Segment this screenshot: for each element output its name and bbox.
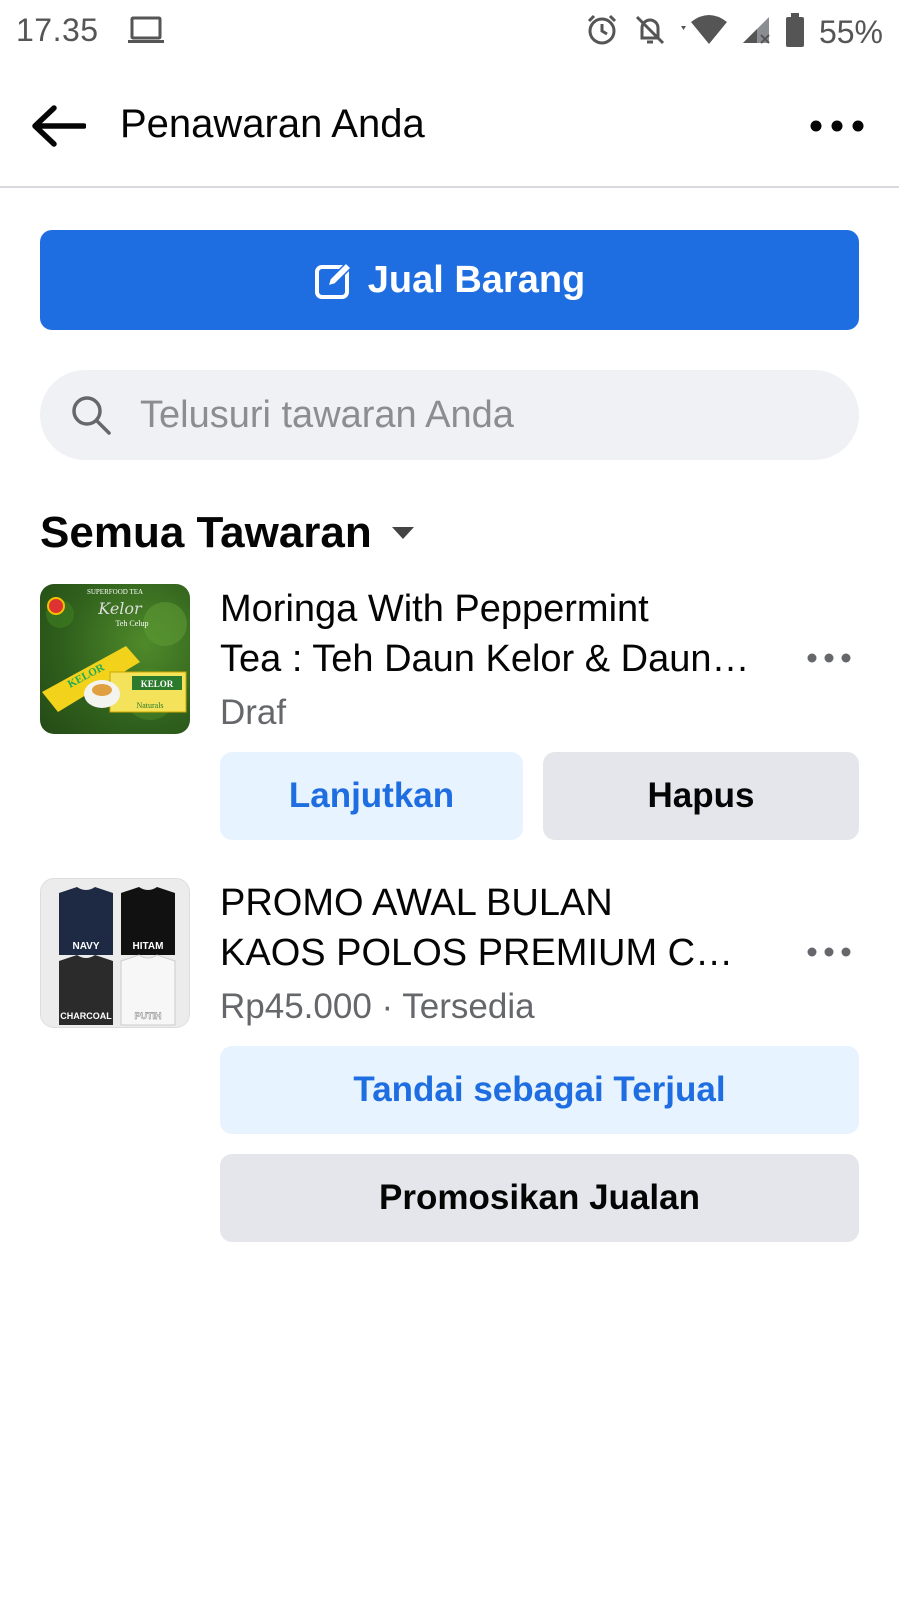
listing-thumbnail[interactable]: SUPERFOOD TEA Kelor Teh Celup KELOR KELO… <box>40 584 190 734</box>
svg-text:KELOR: KELOR <box>141 679 174 689</box>
listing-more-button[interactable] <box>799 638 859 678</box>
thumb-label-white: PUTIH <box>135 1011 162 1021</box>
tea-product-image: SUPERFOOD TEA Kelor Teh Celup KELOR KELO… <box>42 588 187 720</box>
delete-button[interactable]: Hapus <box>543 752 859 840</box>
search-icon <box>72 396 111 435</box>
status-icons: 55% <box>585 12 883 52</box>
listing-title-line2: KAOS POLOS PREMIUM COMBED <box>220 932 760 974</box>
sell-item-button[interactable]: Jual Barang <box>40 230 859 330</box>
notifications-off-icon <box>633 13 667 52</box>
svg-text:Kelor: Kelor <box>97 599 143 618</box>
caret-down-icon <box>391 527 414 539</box>
mark-as-sold-button[interactable]: Tandai sebagai Terjual <box>220 1046 859 1134</box>
back-button[interactable] <box>26 94 90 158</box>
thumb-top-text: SUPERFOOD TEA <box>87 588 143 596</box>
more-options-button[interactable] <box>805 104 869 148</box>
section-filter-dropdown[interactable]: Semua Tawaran <box>40 508 416 558</box>
page-title: Penawaran Anda <box>120 102 425 146</box>
edit-icon <box>314 261 352 299</box>
search-input[interactable] <box>140 384 830 446</box>
listing-item: SUPERFOOD TEA Kelor Teh Celup KELOR KELO… <box>40 584 859 844</box>
battery-icon <box>785 12 805 52</box>
thumb-label-black: HITAM <box>133 941 164 952</box>
tshirt-product-image: NAVY HITAM CHARCOAL PUTIH <box>41 879 189 1027</box>
thumb-label-navy: NAVY <box>72 941 99 952</box>
sell-item-label: Jual Barang <box>367 258 586 301</box>
svg-text:Naturals: Naturals <box>136 701 163 710</box>
signal-icon <box>741 15 771 50</box>
alarm-icon <box>585 13 619 52</box>
thumb-sub: Teh Celup <box>116 619 149 628</box>
promote-listing-button[interactable]: Promosikan Jualan <box>220 1154 859 1242</box>
thumb-label-charcoal: CHARCOAL <box>60 1011 112 1021</box>
listing-title: Moringa With Peppermint Tea : Teh Daun K… <box>220 584 760 684</box>
status-bar: 17.35 55% <box>0 0 899 64</box>
listing-title-line1: Moringa With Peppermint <box>220 588 649 630</box>
app-bar: Penawaran Anda <box>0 64 899 188</box>
listing-body[interactable]: PROMO AWAL BULAN KAOS POLOS PREMIUM COMB… <box>220 878 859 1032</box>
laptop-icon <box>128 16 166 51</box>
more-horizontal-icon <box>810 120 864 132</box>
listing-status: Draf <box>220 693 287 732</box>
battery-percent: 55% <box>818 13 883 50</box>
arrow-left-icon <box>32 105 86 147</box>
listing-price-status: Rp45.000 · Tersedia <box>220 987 535 1026</box>
wifi-icon <box>680 14 727 51</box>
listing-item: NAVY HITAM CHARCOAL PUTIH PROMO AWAL BUL… <box>40 878 859 1268</box>
status-time: 17.35 <box>16 12 99 48</box>
listing-title-line2: Tea : Teh Daun Kelor & Daun Mint <box>220 638 760 680</box>
more-horizontal-icon <box>807 947 851 957</box>
section-title: Semua Tawaran <box>40 508 372 557</box>
search-bar[interactable] <box>40 370 859 460</box>
listing-more-button[interactable] <box>799 932 859 972</box>
continue-button[interactable]: Lanjutkan <box>220 752 523 840</box>
listing-title-line1: PROMO AWAL BULAN <box>220 882 613 924</box>
listing-thumbnail[interactable]: NAVY HITAM CHARCOAL PUTIH <box>40 878 190 1028</box>
more-horizontal-icon <box>807 653 851 663</box>
listing-body[interactable]: Moringa With Peppermint Tea : Teh Daun K… <box>220 584 859 738</box>
listing-title: PROMO AWAL BULAN KAOS POLOS PREMIUM COMB… <box>220 878 760 978</box>
